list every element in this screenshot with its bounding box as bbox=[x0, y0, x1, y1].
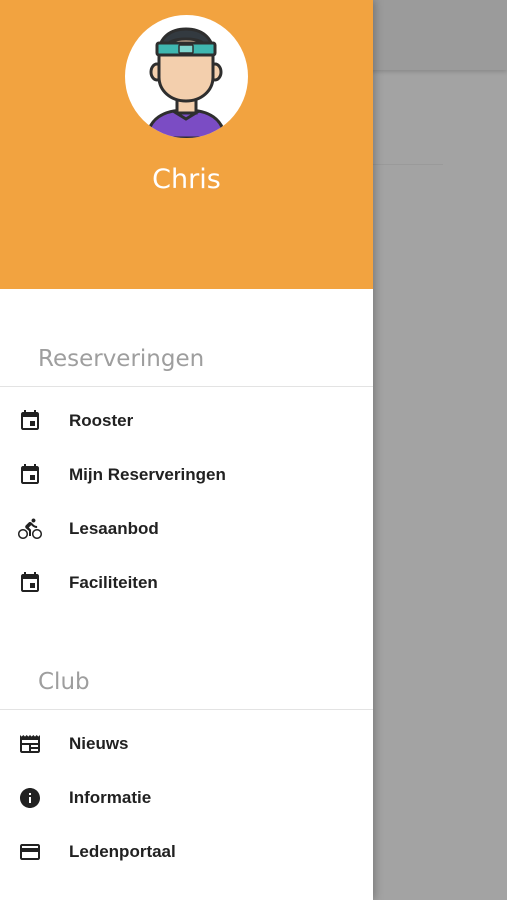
info-icon bbox=[18, 786, 42, 810]
menu-item-mijn-reserveringen[interactable]: Mijn Reserveringen bbox=[0, 448, 373, 502]
menu-item-rooster[interactable]: Rooster bbox=[0, 394, 373, 448]
menu-item-lesaanbod[interactable]: Lesaanbod bbox=[0, 502, 373, 556]
menu-item-label: Ledenportaal bbox=[69, 842, 176, 861]
menu-item-label: Lesaanbod bbox=[69, 519, 159, 538]
bicycle-icon bbox=[18, 517, 42, 541]
menu-item-label: Informatie bbox=[69, 788, 152, 807]
menu-item-label: Nieuws bbox=[69, 734, 129, 753]
navigation-drawer: Chris Reserveringen Rooster Mijn Reserve… bbox=[0, 0, 373, 900]
drawer-header: Chris bbox=[0, 0, 373, 289]
user-avatar-icon bbox=[145, 27, 227, 138]
menu-item-nieuws[interactable]: Nieuws bbox=[0, 717, 373, 771]
section-divider bbox=[0, 386, 373, 387]
calendar-icon bbox=[18, 409, 42, 433]
newspaper-icon bbox=[18, 732, 42, 756]
section-title-reserveringen: Reserveringen bbox=[38, 346, 205, 372]
credit-card-icon bbox=[18, 840, 42, 864]
user-name: Chris bbox=[152, 164, 221, 195]
menu-item-ledenportaal[interactable]: Ledenportaal bbox=[0, 825, 373, 879]
section-divider bbox=[0, 709, 373, 710]
menu-item-faciliteiten[interactable]: Faciliteiten bbox=[0, 556, 373, 610]
avatar[interactable] bbox=[125, 15, 248, 138]
menu-item-label: Faciliteiten bbox=[69, 573, 158, 592]
app-screen: Chris Reserveringen Rooster Mijn Reserve… bbox=[0, 0, 507, 900]
background-divider bbox=[373, 164, 443, 165]
calendar-icon bbox=[18, 463, 42, 487]
calendar-icon bbox=[18, 571, 42, 595]
menu-item-label: Mijn Reserveringen bbox=[69, 465, 226, 484]
section-title-club: Club bbox=[38, 669, 90, 695]
menu-item-informatie[interactable]: Informatie bbox=[0, 771, 373, 825]
menu-item-label: Rooster bbox=[69, 411, 134, 430]
